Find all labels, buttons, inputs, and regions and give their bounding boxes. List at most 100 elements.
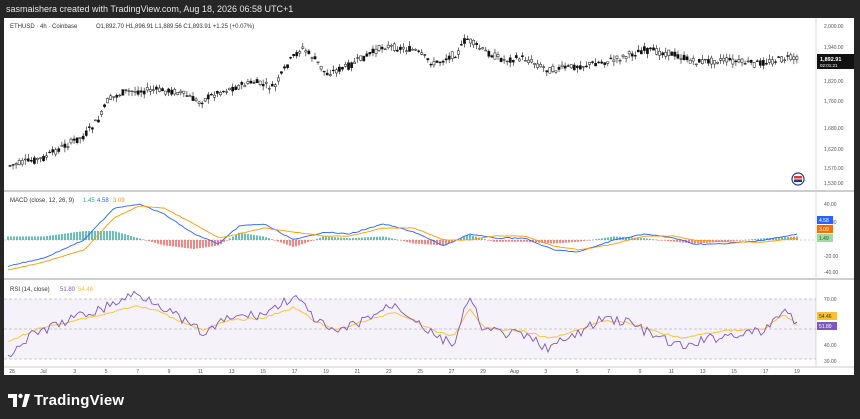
histogram-bar bbox=[301, 240, 303, 245]
time-axis[interactable]: 28 Jul 3 5 7 9 11 13 15 17 19 21 23 25 27 29 Aug 3 5 7 9 11 13… bbox=[9, 369, 800, 375]
candle bbox=[164, 90, 167, 95]
candle bbox=[725, 57, 729, 63]
histogram-bar bbox=[169, 240, 171, 247]
histogram-bar bbox=[562, 240, 564, 243]
histogram-bar bbox=[484, 239, 486, 240]
candle bbox=[338, 66, 341, 72]
histogram-bar bbox=[607, 237, 609, 240]
histogram-bar bbox=[667, 240, 669, 242]
chart-canvas[interactable]: ETHUSD · 4h · Coinbase O1,892.70 H1,896.… bbox=[4, 18, 854, 375]
candle bbox=[545, 70, 549, 73]
candle bbox=[694, 63, 698, 66]
histogram-bar bbox=[565, 240, 567, 243]
price-axis-label: 1,680.00 bbox=[824, 126, 844, 132]
candle bbox=[377, 45, 381, 51]
candle bbox=[356, 57, 360, 59]
candle bbox=[325, 72, 329, 76]
candle bbox=[133, 91, 137, 93]
histogram-bar bbox=[25, 236, 27, 240]
macd-line[interactable] bbox=[7, 203, 798, 267]
candle bbox=[554, 70, 558, 73]
candle bbox=[319, 65, 323, 70]
histogram-bar bbox=[16, 236, 18, 240]
histogram-bar bbox=[514, 240, 516, 242]
histogram-bar bbox=[415, 240, 417, 244]
candle bbox=[481, 47, 485, 50]
candle bbox=[423, 54, 427, 56]
tradingview-logo-icon[interactable] bbox=[8, 391, 30, 411]
footer: TradingView bbox=[0, 383, 860, 419]
candle bbox=[243, 85, 247, 88]
brand-name[interactable]: TradingView bbox=[34, 392, 124, 409]
macd-line-badge-text: 4.58 bbox=[819, 218, 829, 224]
candle bbox=[679, 58, 683, 60]
candle bbox=[511, 60, 515, 63]
event-flag-icon[interactable] bbox=[791, 172, 805, 186]
candle bbox=[341, 66, 344, 70]
candle bbox=[472, 39, 475, 46]
histogram-bar bbox=[409, 240, 411, 243]
candle bbox=[396, 49, 399, 52]
histogram-bar bbox=[154, 240, 156, 243]
time-axis-label: 3 bbox=[544, 369, 547, 375]
histogram-bar bbox=[331, 236, 333, 240]
candle bbox=[371, 48, 375, 54]
candle bbox=[11, 164, 15, 166]
histogram-bar bbox=[76, 231, 78, 240]
rsi-value: 51.80 bbox=[60, 287, 76, 293]
histogram-bar bbox=[316, 238, 318, 240]
candle bbox=[380, 46, 384, 50]
candle bbox=[115, 95, 119, 98]
histogram-bar bbox=[592, 239, 594, 241]
candle bbox=[219, 92, 222, 96]
histogram-bar bbox=[364, 237, 366, 240]
histogram-bar bbox=[346, 238, 348, 240]
histogram-bar bbox=[379, 236, 381, 240]
candle bbox=[582, 66, 585, 68]
candle bbox=[661, 52, 665, 56]
candle bbox=[206, 94, 210, 100]
histogram-bar bbox=[370, 237, 372, 240]
histogram-bar bbox=[13, 236, 15, 240]
candle bbox=[335, 69, 338, 74]
ohlc-values: O1,892.70 H1,896.91 L1,889.56 C1,893.91 … bbox=[96, 24, 254, 30]
candlestick-series[interactable] bbox=[8, 34, 799, 170]
candle bbox=[8, 165, 12, 167]
histogram-bar bbox=[487, 240, 489, 241]
macd-signal-line[interactable] bbox=[7, 205, 798, 271]
candle bbox=[344, 64, 347, 67]
candle bbox=[20, 160, 24, 165]
histogram-bar bbox=[280, 240, 282, 243]
histogram-bar bbox=[61, 233, 63, 240]
candle bbox=[136, 90, 140, 95]
candle bbox=[450, 51, 454, 59]
candle bbox=[23, 158, 27, 161]
candle bbox=[121, 89, 125, 96]
time-axis-label: 9 bbox=[168, 369, 171, 375]
histogram-bar bbox=[430, 240, 432, 245]
candle bbox=[158, 87, 161, 92]
candle bbox=[222, 90, 225, 93]
histogram-bar bbox=[559, 240, 561, 244]
candle bbox=[682, 54, 686, 60]
rsi-axis-label: 30.00 bbox=[824, 359, 837, 365]
candle bbox=[411, 49, 414, 51]
candle bbox=[566, 65, 570, 67]
histogram-bar bbox=[760, 238, 762, 240]
time-axis-label: Aug bbox=[510, 369, 519, 375]
candle bbox=[118, 94, 122, 97]
chart-area[interactable]: ETHUSD · 4h · Coinbase O1,892.70 H1,896.… bbox=[4, 18, 854, 375]
macd-axis-label: -20.00 bbox=[824, 254, 838, 260]
macd-histogram[interactable] bbox=[7, 231, 798, 249]
histogram-bar bbox=[304, 240, 306, 244]
histogram-bar bbox=[679, 240, 681, 243]
candle bbox=[33, 157, 36, 164]
histogram-bar bbox=[343, 237, 345, 240]
histogram-bar bbox=[340, 237, 342, 240]
time-axis-label: 15 bbox=[731, 369, 737, 375]
histogram-bar bbox=[58, 234, 60, 240]
histogram-bar bbox=[46, 235, 48, 240]
candle bbox=[87, 126, 91, 128]
price-axis[interactable]: 2,000.00 1,940.00 1,820.00 1,760.00 1,68… bbox=[824, 24, 844, 187]
candle bbox=[758, 60, 762, 66]
